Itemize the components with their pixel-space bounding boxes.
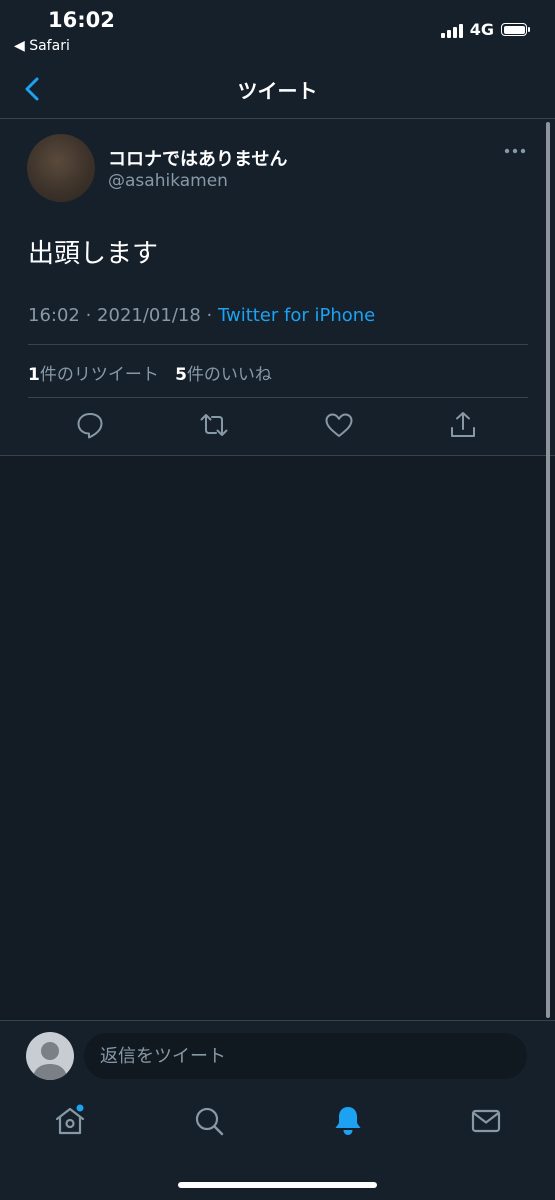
signal-icon [440,22,463,38]
back-to-app-link[interactable]: ◀ Safari [14,38,70,54]
battery-icon [501,23,530,36]
retweet-icon[interactable] [198,409,230,441]
display-name[interactable]: コロナではありません [108,145,287,171]
share-icon[interactable] [447,409,479,441]
divider [28,344,528,345]
retweet-count-link[interactable]: 1件のリツイート [28,365,159,385]
like-count-link[interactable]: 5件のいいね [175,365,272,385]
avatar[interactable] [27,134,95,202]
status-indicators: 4G [440,20,530,39]
user-avatar[interactable] [26,1032,74,1080]
navigation-bar: ツイート [0,60,555,119]
retweet-count: 1 [28,365,40,385]
status-time: 16:02 [48,8,115,32]
tweet-detail: コロナではありません @asahikamen 出頭します 16:02 · 202… [0,119,555,456]
scrollbar[interactable] [546,122,550,1018]
reply-bar [0,1020,555,1091]
reply-icon[interactable] [74,409,106,441]
like-label: 件のいいね [186,365,272,385]
default-avatar-icon [32,1042,68,1080]
tweet-timestamp: 16:02 · 2021/01/18 · [28,305,218,326]
tweet-source-link[interactable]: Twitter for iPhone [218,305,375,326]
retweet-label: 件のリツイート [39,365,159,385]
tweet-meta: 16:02 · 2021/01/18 · Twitter for iPhone [28,305,375,326]
search-icon[interactable] [192,1104,226,1138]
tweet-text: 出頭します [28,239,159,269]
like-icon[interactable] [323,409,355,441]
user-handle[interactable]: @asahikamen [108,171,228,191]
notifications-icon[interactable] [331,1104,365,1138]
divider [28,397,528,398]
reply-input[interactable] [84,1033,527,1079]
page-title: ツイート [237,79,318,103]
like-count: 5 [175,365,187,385]
status-bar: 16:02 ◀ Safari 4G [0,0,555,60]
network-type: 4G [469,20,494,39]
more-options-icon[interactable] [502,143,528,159]
home-icon[interactable] [53,1104,87,1138]
messages-icon[interactable] [469,1104,503,1138]
engagement-counts: 1件のリツイート 5件のいいね [28,360,272,385]
home-indicator[interactable] [178,1182,377,1188]
tweet-actions [28,409,528,445]
